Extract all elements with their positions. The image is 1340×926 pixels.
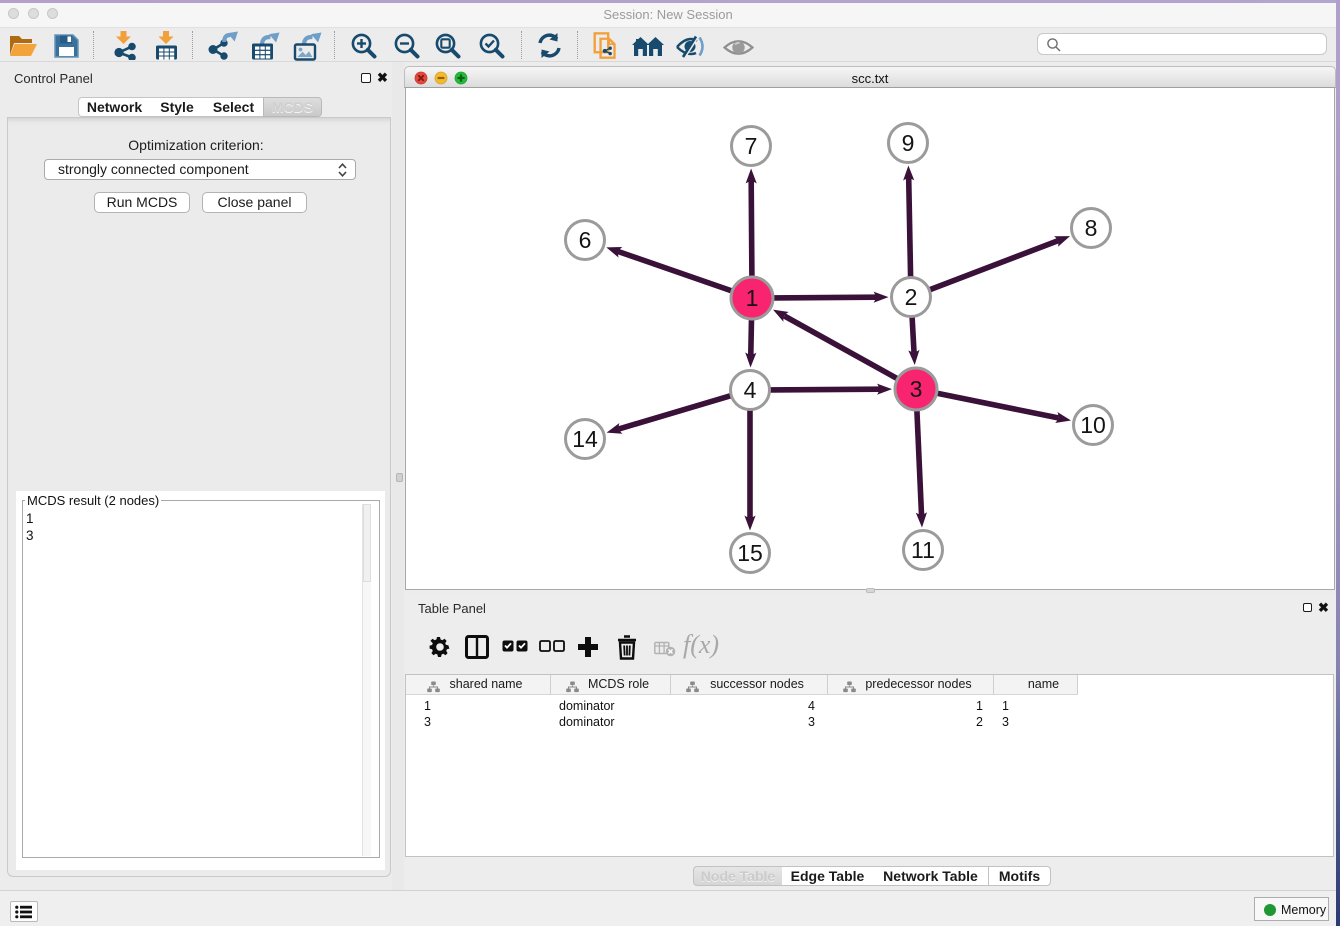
svg-text:6: 6: [579, 227, 592, 253]
svg-text:11: 11: [911, 537, 935, 563]
svg-text:2: 2: [905, 284, 918, 310]
svg-text:9: 9: [902, 130, 915, 156]
svg-text:15: 15: [737, 540, 763, 566]
svg-text:3: 3: [910, 376, 923, 402]
svg-text:1: 1: [746, 285, 759, 311]
svg-text:4: 4: [744, 377, 757, 403]
svg-text:7: 7: [745, 133, 758, 159]
svg-text:10: 10: [1080, 412, 1106, 438]
svg-text:8: 8: [1085, 215, 1098, 241]
svg-text:14: 14: [572, 426, 598, 452]
